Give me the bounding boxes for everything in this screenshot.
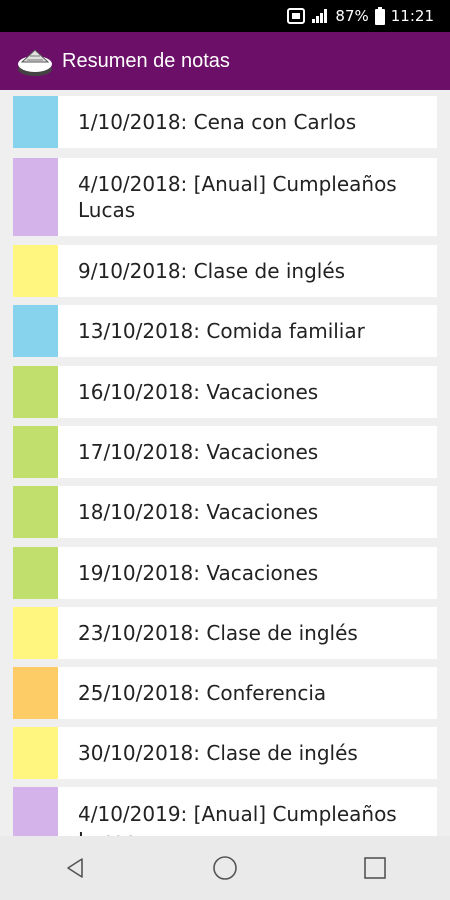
note-label: 30/10/2018: Clase de inglés (78, 741, 358, 765)
note-list-item[interactable]: 1/10/2018: Cena con Carlos (13, 96, 437, 148)
recents-icon (364, 857, 386, 879)
note-color-swatch (13, 245, 58, 297)
note-color-swatch (13, 486, 58, 538)
note-label: 1/10/2018: Cena con Carlos (78, 110, 357, 134)
note-label: 18/10/2018: Vacaciones (78, 500, 319, 524)
note-color-swatch (13, 787, 58, 836)
home-button[interactable] (195, 838, 255, 898)
note-color-swatch (13, 607, 58, 659)
clock: 11:21 (390, 7, 434, 25)
note-label: 9/10/2018: Clase de inglés (78, 259, 346, 283)
note-list-item[interactable]: 30/10/2018: Clase de inglés (13, 727, 437, 779)
signal-icon (311, 8, 329, 24)
note-list-item[interactable]: 17/10/2018: Vacaciones (13, 426, 437, 478)
app-logo-icon (16, 42, 54, 80)
note-color-swatch (13, 426, 58, 478)
note-list-item[interactable]: 19/10/2018: Vacaciones (13, 547, 437, 599)
back-icon (67, 858, 83, 878)
note-list-item[interactable]: 4/10/2019: [Anual] Cumpleaños Lucas (13, 787, 437, 836)
note-color-swatch (13, 366, 58, 418)
note-label: 16/10/2018: Vacaciones (78, 380, 319, 404)
note-label: 17/10/2018: Vacaciones (78, 440, 319, 464)
note-label: 23/10/2018: Clase de inglés (78, 621, 358, 645)
note-color-swatch (13, 547, 58, 599)
note-color-swatch (13, 667, 58, 719)
note-list-item[interactable]: 9/10/2018: Clase de inglés (13, 245, 437, 297)
note-list-item[interactable]: 16/10/2018: Vacaciones (13, 366, 437, 418)
note-label: 4/10/2018: [Anual] Cumpleaños Lucas (78, 172, 397, 222)
note-label: 19/10/2018: Vacaciones (78, 561, 319, 585)
notes-list[interactable]: 1/10/2018: Cena con Carlos 4/10/2018: [An… (0, 90, 450, 836)
home-icon (213, 856, 237, 880)
note-label: 13/10/2018: Comida familiar (78, 319, 365, 343)
note-label: 25/10/2018: Conferencia (78, 681, 327, 705)
page-title: Resumen de notas (62, 49, 230, 72)
note-label: 4/10/2019: [Anual] Cumpleaños Lucas (78, 802, 397, 836)
battery-percent: 87% (335, 7, 369, 25)
note-list-item[interactable]: 13/10/2018: Comida familiar (13, 305, 437, 357)
app-bar: Resumen de notas (0, 32, 450, 90)
navigation-bar (0, 836, 450, 900)
nfc-icon (287, 8, 306, 24)
note-list-item[interactable]: 25/10/2018: Conferencia (13, 667, 437, 719)
battery-icon (374, 7, 385, 25)
back-button[interactable] (45, 838, 105, 898)
note-list-item[interactable]: 18/10/2018: Vacaciones (13, 486, 437, 538)
recents-button[interactable] (345, 838, 405, 898)
note-list-item[interactable]: 4/10/2018: [Anual] Cumpleaños Lucas (13, 158, 437, 236)
note-color-swatch (13, 158, 58, 236)
note-color-swatch (13, 305, 58, 357)
note-color-swatch (13, 96, 58, 148)
note-color-swatch (13, 727, 58, 779)
status-bar: 87% 11:21 (0, 0, 450, 32)
note-list-item[interactable]: 23/10/2018: Clase de inglés (13, 607, 437, 659)
